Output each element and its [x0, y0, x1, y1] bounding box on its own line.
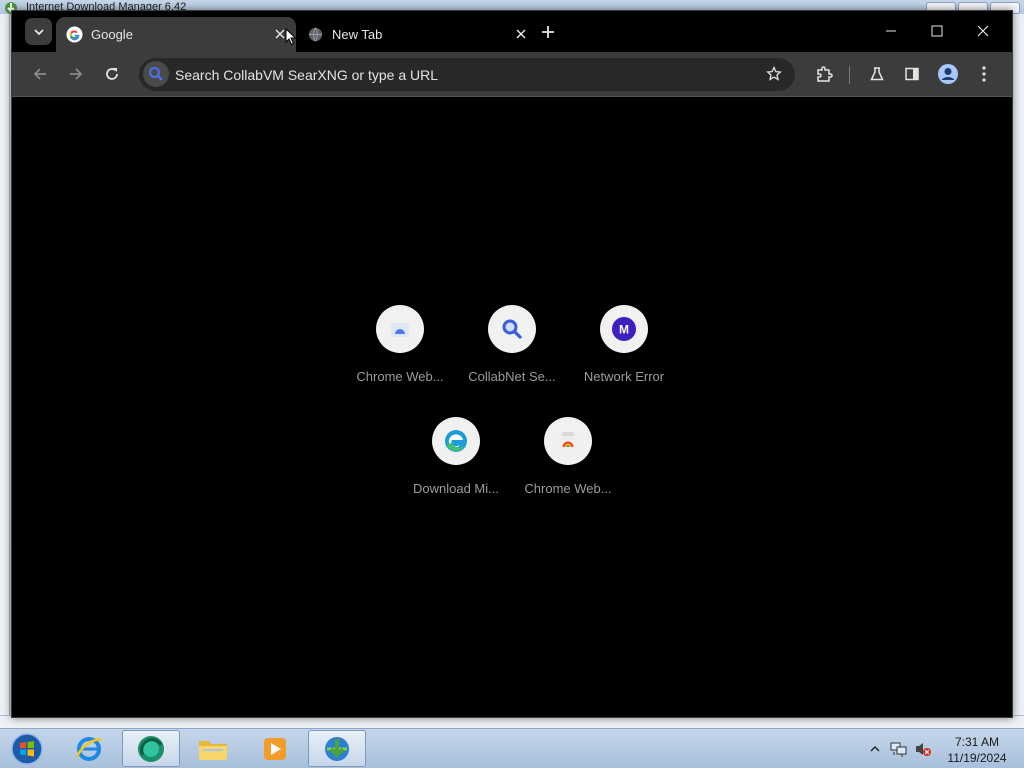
search-icon: [149, 67, 163, 81]
file-explorer-icon: [199, 740, 227, 760]
omnibox[interactable]: Search CollabVM SearXNG or type a URL: [139, 58, 795, 91]
network-icon[interactable]: [890, 740, 908, 758]
close-icon: [275, 29, 285, 39]
shortcut-icon-circle: [488, 305, 536, 353]
mouse-cursor-icon: [285, 28, 297, 46]
browser-app-icon: [138, 735, 164, 762]
internet-download-manager-icon: [325, 736, 349, 761]
shortcut-icon-circle: [432, 417, 480, 465]
chrome-web-store-icon: [559, 432, 577, 449]
tab-title: Google: [91, 27, 133, 42]
taskbar-internet-download-manager[interactable]: [308, 730, 366, 767]
start-button[interactable]: [7, 731, 47, 767]
volume-muted-icon[interactable]: [914, 740, 932, 758]
profile-avatar-icon: [938, 64, 958, 84]
clock-date: 11/19/2024: [947, 751, 1007, 765]
extensions-puzzle-icon: [817, 66, 833, 82]
menu-button[interactable]: [970, 60, 998, 88]
shortcut-icon-circle: [544, 417, 592, 465]
shortcut-tile[interactable]: Chrome Web...: [350, 299, 450, 399]
window-maximize-button[interactable]: [920, 17, 954, 45]
close-icon: [516, 29, 526, 39]
magnifier-search-icon: [502, 319, 522, 339]
taskbar-file-explorer[interactable]: [184, 730, 242, 767]
system-tray: 7:31 AM 11/19/2024: [862, 729, 1024, 768]
shortcut-label: Chrome Web...: [524, 481, 612, 496]
search-engine-icon: [143, 61, 169, 87]
shortcut-icon-circle: [376, 305, 424, 353]
letter-m-icon: M: [612, 317, 636, 341]
window-close-button[interactable]: [966, 17, 1000, 45]
system-clock[interactable]: 7:31 AM 11/19/2024: [942, 734, 1012, 766]
shortcut-tile[interactable]: Download Mi...: [406, 411, 506, 511]
new-tab-page: Chrome Web... CollabNet Se... M Network …: [12, 97, 1012, 717]
taskbar-media-player[interactable]: [246, 730, 304, 767]
chevron-down-icon: [33, 28, 44, 35]
chrome-web-store-icon: [391, 323, 409, 337]
taskbar-internet-explorer[interactable]: [60, 730, 118, 767]
plus-icon: [542, 26, 554, 38]
taskbar: 7:31 AM 11/19/2024: [0, 728, 1024, 768]
shortcut-tile[interactable]: M Network Error: [574, 299, 674, 399]
bookmark-star-button[interactable]: [763, 63, 785, 85]
star-icon: [766, 66, 782, 81]
shortcut-tile[interactable]: CollabNet Se...: [462, 299, 562, 399]
tab-new-tab[interactable]: New Tab: [297, 17, 537, 52]
minimize-icon: [886, 30, 896, 32]
shortcut-label: CollabNet Se...: [468, 369, 556, 384]
taskbar-browser[interactable]: [122, 730, 180, 767]
back-button[interactable]: [26, 60, 54, 88]
maximize-icon: [931, 25, 943, 37]
media-player-icon: [264, 737, 286, 760]
tab-strip: Google New Tab: [12, 11, 1012, 52]
shortcut-tile[interactable]: Chrome Web...: [518, 411, 618, 511]
globe-icon: [308, 27, 323, 42]
background-frame-left: [0, 14, 10, 728]
labs-flask-icon: [870, 67, 884, 81]
omnibox-placeholder: Search CollabVM SearXNG or type a URL: [175, 67, 438, 83]
reload-button[interactable]: [98, 60, 126, 88]
close-icon: [977, 25, 989, 37]
tab-google[interactable]: Google: [56, 17, 296, 52]
window-minimize-button[interactable]: [874, 17, 908, 45]
labs-button[interactable]: [863, 60, 891, 88]
tab-search-button[interactable]: [25, 18, 52, 45]
microsoft-edge-icon: [445, 430, 467, 452]
reload-icon: [106, 68, 118, 80]
tab-title: New Tab: [332, 27, 383, 42]
shortcut-label: Network Error: [583, 369, 665, 384]
side-panel-icon: [905, 67, 919, 81]
side-panel-button[interactable]: [898, 60, 926, 88]
toolbar-separator: [849, 66, 850, 84]
show-hidden-icons-icon[interactable]: [870, 744, 880, 754]
letter-m-text: M: [619, 323, 629, 337]
back-arrow-icon: [33, 68, 46, 80]
clock-time: 7:31 AM: [954, 735, 1000, 749]
windows-start-orb-icon: [11, 733, 43, 765]
forward-button[interactable]: [62, 60, 90, 88]
background-frame-right: [1012, 14, 1024, 728]
tab-close-button[interactable]: [511, 24, 531, 44]
shortcut-label: Chrome Web...: [356, 369, 444, 384]
shortcut-label: Download Mi...: [413, 481, 499, 496]
google-g-icon: [66, 26, 83, 43]
extensions-button[interactable]: [810, 60, 838, 88]
profile-button[interactable]: [934, 60, 962, 88]
shortcut-icon-circle: M: [600, 305, 648, 353]
chrome-window: Google New Tab Search CollabVM SearXNG o…: [11, 10, 1013, 718]
kebab-menu-icon: [982, 66, 986, 82]
browser-toolbar: Search CollabVM SearXNG or type a URL: [12, 52, 1012, 97]
new-tab-button[interactable]: [537, 21, 559, 43]
internet-explorer-icon: [75, 736, 102, 761]
forward-arrow-icon: [70, 68, 83, 80]
